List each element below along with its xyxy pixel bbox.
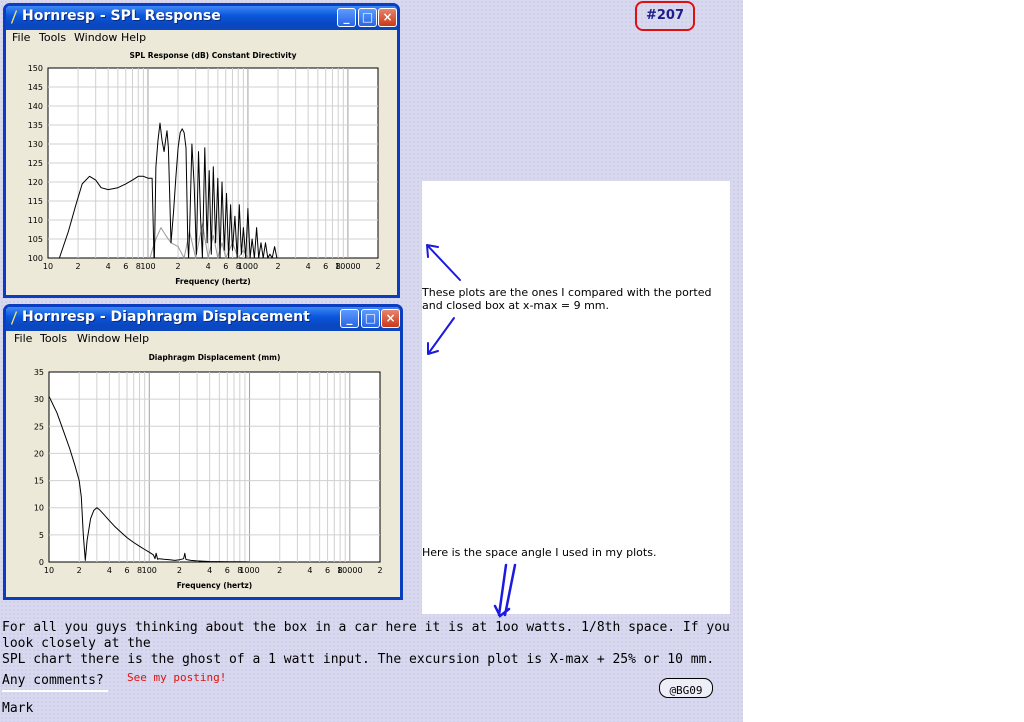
y-tick-label: 35 (34, 368, 44, 377)
y-tick-label: 25 (34, 422, 44, 431)
y-tick-label: 145 (28, 83, 43, 92)
x-tick-label: 2 (275, 262, 280, 271)
spl-window-minimize-button[interactable]: _ (337, 8, 356, 27)
post-number: #207 (645, 8, 685, 23)
y-tick-label: 100 (28, 254, 43, 263)
x-tick-label: 10000 (337, 566, 362, 575)
y-tick-label: 10 (34, 504, 44, 513)
post-paragraph-line1: For all you guys thinking about the box … (2, 620, 730, 651)
x-tick-label: 2 (177, 566, 182, 575)
x-tick-label: 6 (325, 566, 330, 575)
x-tick-label: 6 (323, 262, 328, 271)
arrow-down-left-icon (427, 317, 455, 355)
x-tick-label: 100 (142, 566, 157, 575)
y-tick-label: 30 (34, 395, 44, 404)
spl-window-menubar: File Tools Window Help (6, 30, 397, 46)
post-paragraph: For all you guys thinking about the box … (2, 620, 742, 668)
y-tick-label: 110 (28, 216, 43, 225)
page-background: Hornresp - SPL Response _ □ × File Tools… (0, 0, 743, 722)
chart-title: SPL Response (dB) Constant Directivity (130, 51, 297, 60)
y-tick-label: 105 (28, 235, 43, 244)
y-tick-label: 140 (28, 102, 43, 111)
plots-note-line1: These plots are the ones I compared with… (422, 286, 712, 299)
spl-response-chart: 10010511011512012513013514014515010 2 4 6 8 1… (28, 51, 381, 286)
x-tick-label: 4 (107, 566, 112, 575)
x-tick-label: 10000 (335, 262, 360, 271)
x-tick-label: 4 (306, 262, 311, 271)
see-posting-link[interactable]: See my posting! (127, 671, 226, 684)
spl-menu-tools[interactable]: Tools (39, 31, 66, 44)
disp-window-maximize-button[interactable]: □ (361, 309, 380, 328)
x-tick-label: 4 (206, 262, 211, 271)
spl-menu-file[interactable]: File (12, 31, 30, 44)
any-comments-heading: Any comments? (2, 669, 108, 692)
disp-window-close-button[interactable]: × (381, 309, 400, 328)
post-number-badge: #207 (635, 1, 695, 31)
x-tick-label: 1000 (238, 262, 258, 271)
spl-menu-help[interactable]: Help (121, 31, 146, 44)
spl-window-close-button[interactable]: × (378, 8, 397, 27)
y-tick-label: 135 (28, 121, 43, 130)
x-tick-label: 4 (307, 566, 312, 575)
y-tick-label: 125 (28, 159, 43, 168)
x-tick-label: 10 (44, 566, 54, 575)
disp-window-titlebar[interactable]: Hornresp - Diaphragm Displacement _ □ × (6, 307, 400, 331)
signature: Mark (2, 701, 34, 716)
disp-window-menubar: File Tools Window Help (6, 331, 400, 347)
y-tick-label: 120 (28, 178, 43, 187)
disp-menu-file[interactable]: File (14, 332, 32, 345)
spl-window-titlebar[interactable]: Hornresp - SPL Response _ □ × (6, 6, 397, 30)
spl-window-maximize-button[interactable]: □ (358, 8, 377, 27)
y-tick-label: 20 (34, 449, 44, 458)
x-tick-label: 2 (375, 262, 380, 271)
disp-menu-help[interactable]: Help (124, 332, 149, 345)
hornresp-app-icon (11, 10, 17, 24)
y-tick-label: 15 (34, 477, 44, 486)
spl-response-window: Hornresp - SPL Response _ □ × File Tools… (3, 3, 400, 298)
y-tick-label: 115 (28, 197, 43, 206)
y-tick-label: 150 (28, 64, 43, 73)
disp-menu-tools[interactable]: Tools (40, 332, 67, 345)
chart-title: Diaphragm Displacement (mm) (149, 353, 281, 362)
disp-menu-window[interactable]: Window (77, 332, 120, 345)
diaphragm-displacement-chart: 0510152025303510 2 4 6 8 100 2 4 6 81000 2 4 6 810000… (34, 353, 383, 590)
x-tick-label: 2 (76, 262, 81, 271)
author-tag-badge: @BG09 (659, 678, 713, 698)
x-tick-label: 6 (124, 566, 129, 575)
spl-window-title: Hornresp - SPL Response (22, 8, 221, 24)
hornresp-app-icon (11, 311, 17, 325)
disp-window-title: Hornresp - Diaphragm Displacement (22, 309, 310, 325)
x-tick-label: 6 (223, 262, 228, 271)
diaphragm-displacement-window: Hornresp - Diaphragm Displacement _ □ × … (3, 304, 403, 600)
spl-menu-window[interactable]: Window (74, 31, 117, 44)
x-tick-label: 2 (277, 566, 282, 575)
post-paragraph-line2: SPL chart there is the ghost of a 1 watt… (2, 652, 715, 667)
x-tick-label: 4 (207, 566, 212, 575)
y-tick-label: 130 (28, 140, 43, 149)
space-angle-note: Here is the space angle I used in my plo… (422, 546, 657, 559)
plots-note-line2: and closed box at x-max = 9 mm. (422, 299, 610, 312)
y-tick-label: 5 (39, 531, 44, 540)
x-tick-label: 2 (377, 566, 382, 575)
x-tick-label: 2 (77, 566, 82, 575)
plot-area (48, 371, 381, 563)
x-tick-label: 10 (43, 262, 53, 271)
arrow-up-left-icon (426, 244, 461, 281)
x-tick-label: 1000 (239, 566, 259, 575)
x-axis-label: Frequency (hertz) (177, 581, 252, 590)
x-tick-label: 2 (176, 262, 181, 271)
arrow-down-icon (493, 563, 517, 618)
x-axis-label: Frequency (hertz) (175, 277, 250, 286)
author-tag: @BG09 (669, 684, 703, 697)
x-tick-label: 6 (225, 566, 230, 575)
x-tick-label: 6 (123, 262, 128, 271)
x-tick-label: 100 (140, 262, 155, 271)
disp-window-minimize-button[interactable]: _ (340, 309, 359, 328)
x-tick-label: 4 (106, 262, 111, 271)
